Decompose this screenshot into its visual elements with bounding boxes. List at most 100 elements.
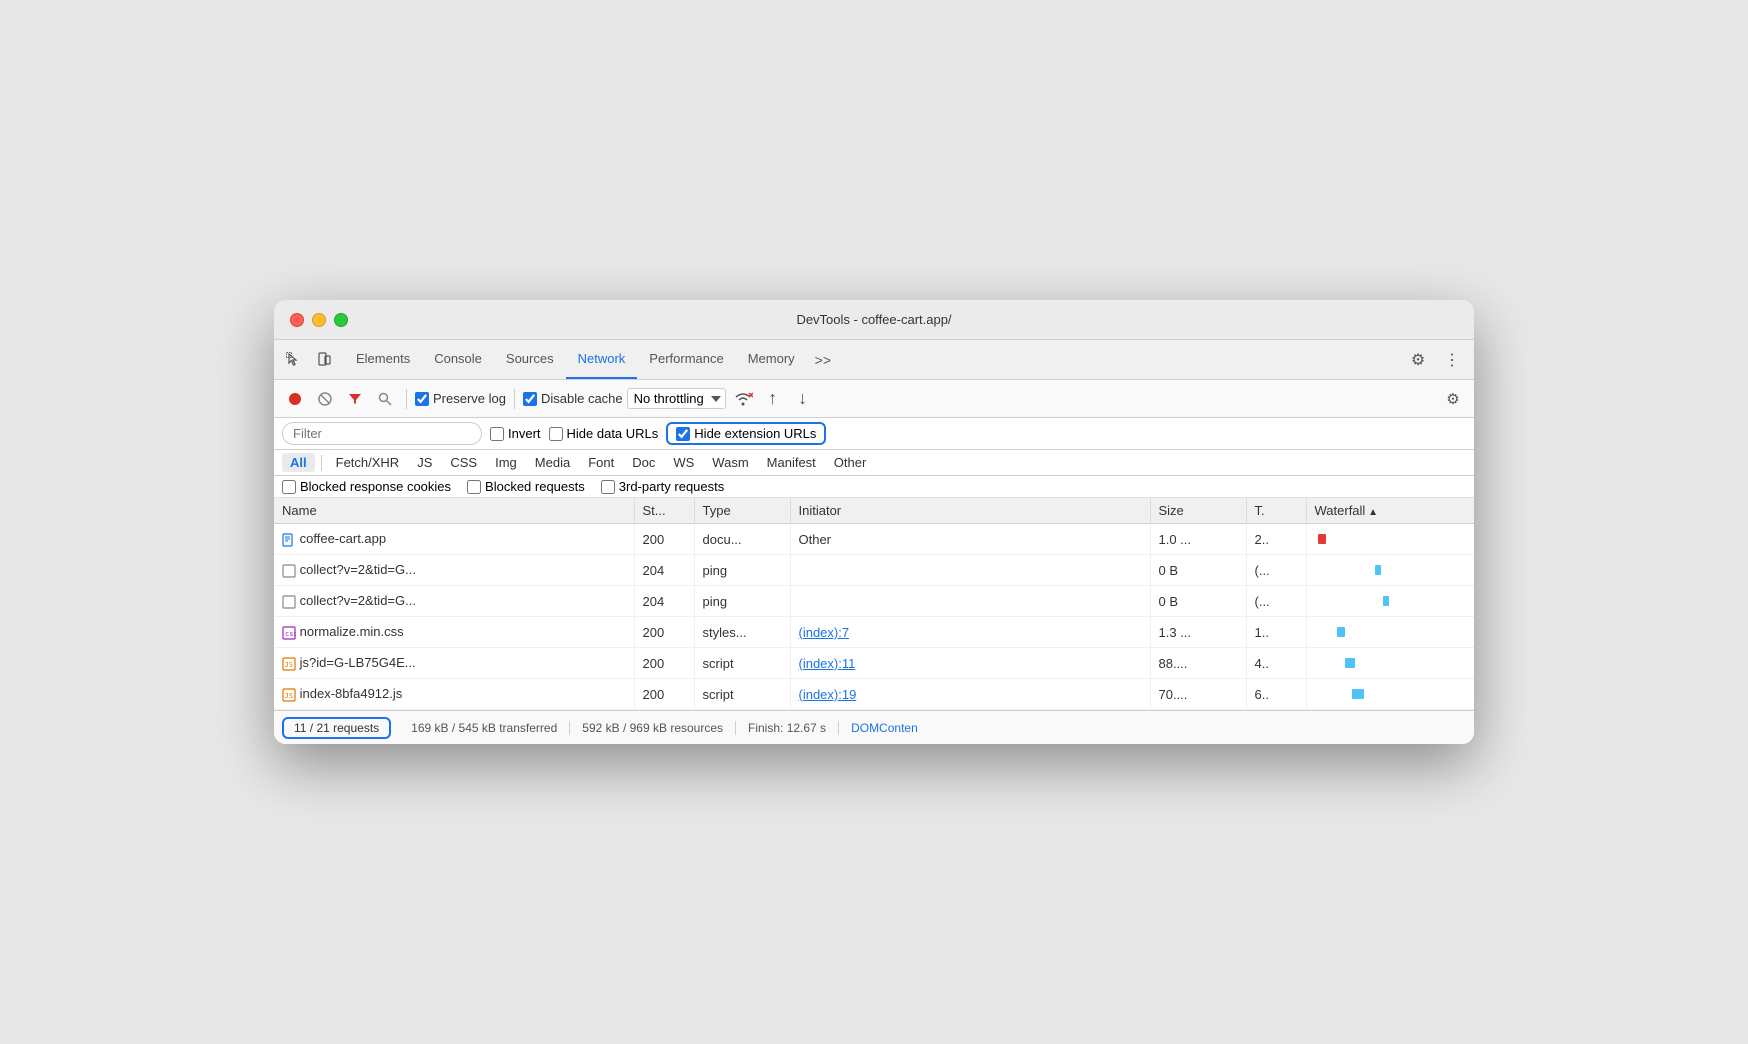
cell-size: 0 B xyxy=(1150,586,1246,617)
cell-initiator: Other xyxy=(790,524,1150,555)
table-row[interactable]: coffee-cart.app 200 docu... Other 1.0 ..… xyxy=(274,524,1474,555)
finish-time: Finish: 12.67 s xyxy=(736,721,839,735)
blocked-requests-checkbox[interactable]: Blocked requests xyxy=(467,479,585,494)
type-filter-fetch[interactable]: Fetch/XHR xyxy=(328,453,408,472)
mobile-icon[interactable] xyxy=(312,348,336,372)
col-header-name[interactable]: Name xyxy=(274,498,634,524)
settings-icon[interactable]: ⚙ xyxy=(1404,346,1432,374)
titlebar: DevTools - coffee-cart.app/ xyxy=(274,300,1474,340)
tab-icons xyxy=(282,348,336,372)
type-filter-wasm[interactable]: Wasm xyxy=(704,453,756,472)
cell-time: 1.. xyxy=(1246,617,1306,648)
cell-initiator xyxy=(790,555,1150,586)
tab-console[interactable]: Console xyxy=(422,340,494,379)
tab-settings-area: ⚙ ⋮ xyxy=(1404,346,1466,374)
tab-performance[interactable]: Performance xyxy=(637,340,735,379)
cursor-icon[interactable] xyxy=(282,348,306,372)
tab-memory[interactable]: Memory xyxy=(736,340,807,379)
cell-name: coffee-cart.app xyxy=(274,524,634,555)
hide-data-urls-input[interactable] xyxy=(549,427,563,441)
toolbar-separator-1 xyxy=(406,389,407,409)
blocked-cookies-checkbox[interactable]: Blocked response cookies xyxy=(282,479,451,494)
col-header-time[interactable]: T. xyxy=(1246,498,1306,524)
toolbar-separator-2 xyxy=(514,389,515,409)
preserve-log-checkbox[interactable]: Preserve log xyxy=(415,391,506,406)
blocked-requests-input[interactable] xyxy=(467,480,481,494)
invert-checkbox[interactable]: Invert xyxy=(490,426,541,441)
disable-cache-input[interactable] xyxy=(523,392,537,406)
type-filter-media[interactable]: Media xyxy=(527,453,578,472)
cell-time: 2.. xyxy=(1246,524,1306,555)
col-header-initiator[interactable]: Initiator xyxy=(790,498,1150,524)
hide-extension-urls-checkbox[interactable]: Hide extension URLs xyxy=(666,422,826,445)
type-filter-js[interactable]: JS xyxy=(409,453,440,472)
tab-sources[interactable]: Sources xyxy=(494,340,566,379)
table-row[interactable]: collect?v=2&tid=G... 204 ping 0 B (... xyxy=(274,555,1474,586)
third-party-checkbox[interactable]: 3rd-party requests xyxy=(601,479,725,494)
dom-content: DOMConten xyxy=(839,721,930,735)
close-button[interactable] xyxy=(290,313,304,327)
col-header-waterfall[interactable]: Waterfall xyxy=(1306,498,1474,524)
tab-network[interactable]: Network xyxy=(566,340,638,379)
window-title: DevTools - coffee-cart.app/ xyxy=(796,312,951,327)
tab-elements[interactable]: Elements xyxy=(344,340,422,379)
cell-status: 204 xyxy=(634,555,694,586)
blocked-cookies-input[interactable] xyxy=(282,480,296,494)
cell-waterfall xyxy=(1306,524,1474,555)
network-settings-icon[interactable]: ⚙ xyxy=(1440,386,1466,412)
col-header-type[interactable]: Type xyxy=(694,498,790,524)
search-button[interactable] xyxy=(372,386,398,412)
cell-status: 204 xyxy=(634,586,694,617)
upload-icon[interactable]: ↑ xyxy=(760,386,786,412)
cell-waterfall xyxy=(1306,555,1474,586)
maximize-button[interactable] xyxy=(334,313,348,327)
more-tabs-button[interactable]: >> xyxy=(807,346,839,374)
type-filter-manifest[interactable]: Manifest xyxy=(759,453,824,472)
cell-status: 200 xyxy=(634,524,694,555)
col-header-size[interactable]: Size xyxy=(1150,498,1246,524)
cell-status: 200 xyxy=(634,617,694,648)
table-row[interactable]: css normalize.min.css 200 styles... (ind… xyxy=(274,617,1474,648)
type-filter-font[interactable]: Font xyxy=(580,453,622,472)
wifi-icon[interactable] xyxy=(730,386,756,412)
third-party-input[interactable] xyxy=(601,480,615,494)
cell-time: (... xyxy=(1246,586,1306,617)
cell-waterfall xyxy=(1306,617,1474,648)
cell-type: styles... xyxy=(694,617,790,648)
network-table-container[interactable]: Name St... Type Initiator Size T. Waterf… xyxy=(274,498,1474,710)
type-filter-img[interactable]: Img xyxy=(487,453,525,472)
cell-type: ping xyxy=(694,586,790,617)
cell-size: 88.... xyxy=(1150,648,1246,679)
type-filter-all[interactable]: All xyxy=(282,453,315,472)
cell-waterfall xyxy=(1306,679,1474,710)
cell-size: 70.... xyxy=(1150,679,1246,710)
type-filter-css[interactable]: CSS xyxy=(442,453,485,472)
filter-input[interactable] xyxy=(282,422,482,445)
type-filter-doc[interactable]: Doc xyxy=(624,453,663,472)
filter-button[interactable] xyxy=(342,386,368,412)
type-filter-row: All Fetch/XHR JS CSS Img Media Font Doc … xyxy=(274,450,1474,476)
more-options-icon[interactable]: ⋮ xyxy=(1438,346,1466,374)
type-filter-ws[interactable]: WS xyxy=(665,453,702,472)
download-icon[interactable]: ↓ xyxy=(790,386,816,412)
table-header-row: Name St... Type Initiator Size T. Waterf… xyxy=(274,498,1474,524)
preserve-log-input[interactable] xyxy=(415,392,429,406)
hide-data-urls-checkbox[interactable]: Hide data URLs xyxy=(549,426,659,441)
minimize-button[interactable] xyxy=(312,313,326,327)
table-row[interactable]: collect?v=2&tid=G... 204 ping 0 B (... xyxy=(274,586,1474,617)
disable-cache-checkbox[interactable]: Disable cache xyxy=(523,391,623,406)
hide-extension-urls-input[interactable] xyxy=(676,427,690,441)
col-header-status[interactable]: St... xyxy=(634,498,694,524)
tab-bar: Elements Console Sources Network Perform… xyxy=(274,340,1474,380)
table-row[interactable]: JS index-8bfa4912.js 200 script (index):… xyxy=(274,679,1474,710)
cell-size: 1.3 ... xyxy=(1150,617,1246,648)
invert-input[interactable] xyxy=(490,427,504,441)
filter-row: Invert Hide data URLs Hide extension URL… xyxy=(274,418,1474,450)
cell-name: collect?v=2&tid=G... xyxy=(274,586,634,617)
throttle-select[interactable]: No throttling Fast 3G Slow 3G Offline xyxy=(627,388,726,409)
clear-button[interactable] xyxy=(312,386,338,412)
type-filter-other[interactable]: Other xyxy=(826,453,875,472)
table-row[interactable]: JS js?id=G-LB75G4E... 200 script (index)… xyxy=(274,648,1474,679)
record-button[interactable] xyxy=(282,386,308,412)
cell-name: JS index-8bfa4912.js xyxy=(274,679,634,710)
